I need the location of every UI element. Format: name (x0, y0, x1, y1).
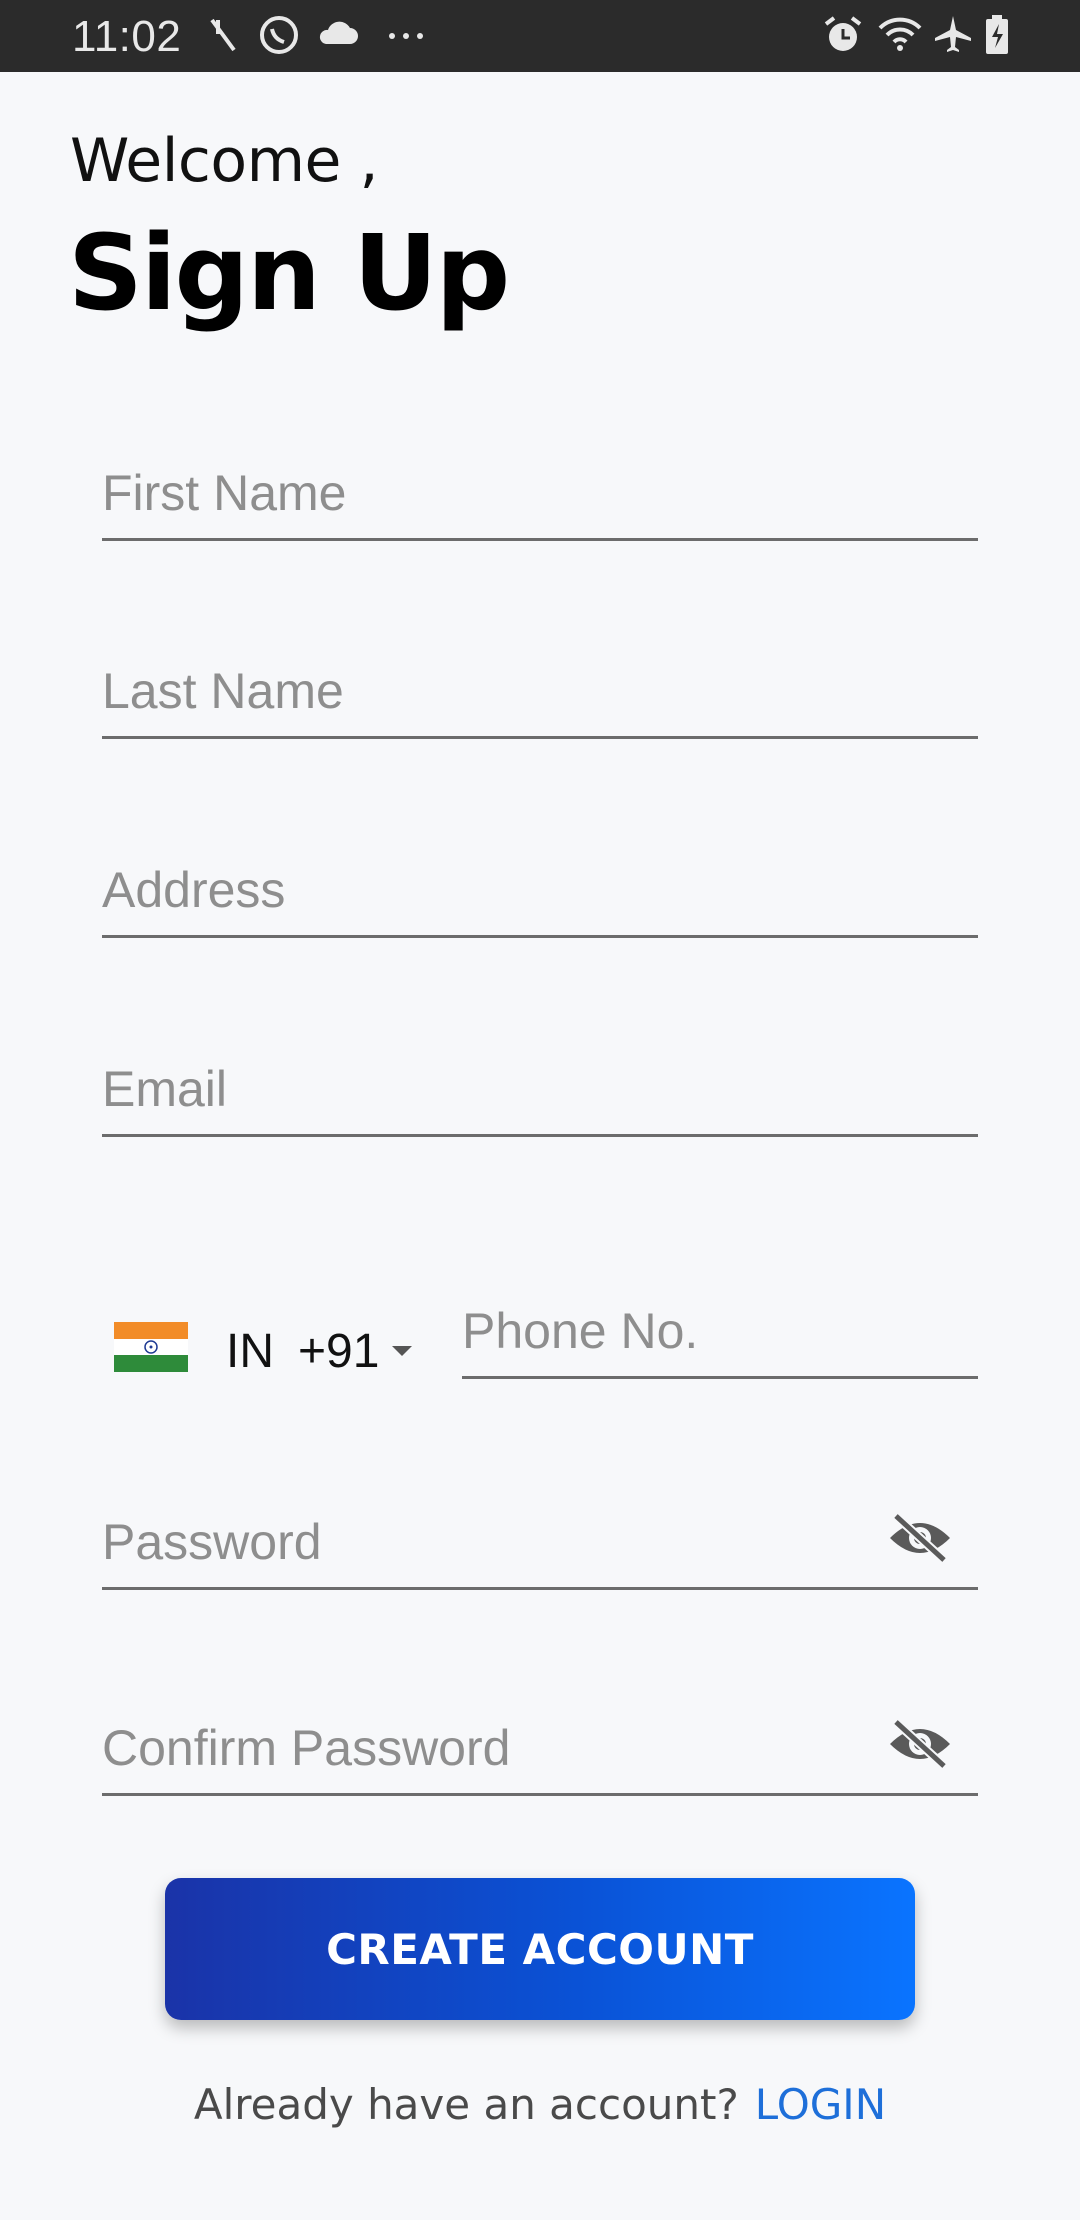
cloud-icon (316, 14, 360, 59)
page-title: Sign Up (68, 212, 510, 334)
country-code: IN (226, 1325, 274, 1378)
dropdown-arrow-icon (390, 1344, 414, 1363)
eye-off-icon[interactable] (886, 1510, 954, 1571)
status-time: 11:02 (72, 12, 182, 61)
phone-field[interactable]: Phone No. (462, 1290, 978, 1379)
more-icon (386, 14, 430, 59)
battery-charging-icon (984, 14, 1010, 61)
last-name-field[interactable]: Last Name (102, 646, 978, 739)
country-code-picker[interactable]: IN +91 (114, 1310, 414, 1390)
india-flag-icon (114, 1322, 188, 1372)
login-prompt-text: Already have an account? (193, 2080, 739, 2129)
password-placeholder: Password (102, 1514, 322, 1570)
eye-off-icon[interactable] (886, 1716, 954, 1777)
phone-placeholder: Phone No. (462, 1303, 699, 1359)
whatsapp-icon (258, 14, 300, 61)
address-placeholder: Address (102, 862, 286, 918)
login-link[interactable]: LOGIN (755, 2080, 886, 2129)
confirm-password-field[interactable]: Confirm Password (102, 1703, 978, 1796)
welcome-text: Welcome , (70, 126, 379, 196)
signal-slash-icon (206, 14, 240, 59)
wifi-icon (876, 14, 924, 61)
status-bar: 11:02 (0, 0, 1080, 72)
address-field[interactable]: Address (102, 845, 978, 938)
login-prompt: Already have an account? LOGIN (0, 2080, 1080, 2129)
last-name-placeholder: Last Name (102, 663, 344, 719)
password-field[interactable]: Password (102, 1497, 978, 1590)
email-field[interactable]: Email (102, 1044, 978, 1137)
first-name-field[interactable]: First Name (102, 448, 978, 541)
alarm-icon (822, 14, 864, 61)
first-name-placeholder: First Name (102, 465, 347, 521)
airplane-icon (932, 14, 974, 61)
create-account-button[interactable]: CREATE ACCOUNT (165, 1878, 915, 2020)
dial-code: +91 (298, 1325, 380, 1378)
email-placeholder: Email (102, 1061, 228, 1117)
confirm-password-placeholder: Confirm Password (102, 1720, 511, 1776)
